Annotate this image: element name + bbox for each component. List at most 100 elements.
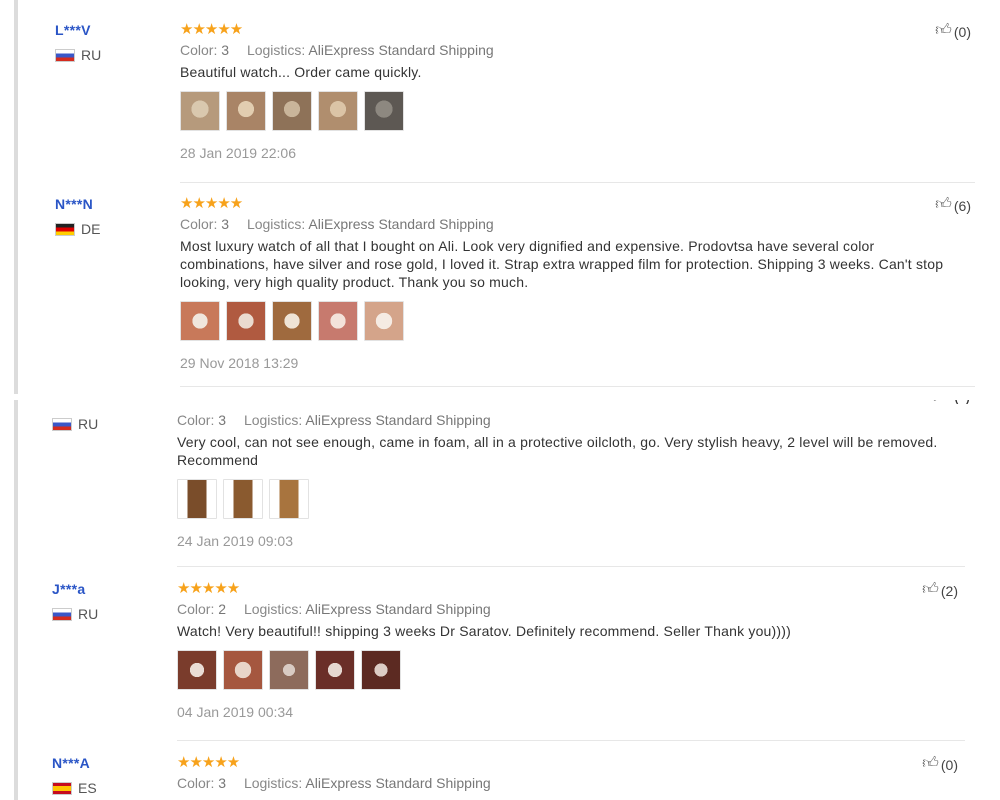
- country-code: RU: [81, 47, 102, 63]
- logistics-value: AliExpress Standard Shipping: [305, 412, 491, 428]
- user-country: RU: [55, 47, 101, 63]
- review-photo[interactable]: [361, 650, 401, 690]
- country-code: ES: [78, 780, 97, 796]
- star-rating: ★★★★★: [180, 195, 243, 212]
- helpful-button[interactable]: 👍︎ (0): [922, 755, 958, 774]
- like-count: (2): [940, 582, 958, 599]
- helpful-button[interactable]: 👍︎ (6): [935, 196, 971, 215]
- review-user: J***a RU: [52, 581, 98, 622]
- review-body: ★★★★★ Color: 3 Logistics: AliExpress Sta…: [177, 755, 957, 793]
- review-body: Color: 3 Logistics: AliExpress Standard …: [177, 410, 957, 549]
- country-code: RU: [78, 416, 99, 432]
- review-text: Very cool, can not see enough, came in f…: [177, 434, 938, 468]
- user-country: RU: [52, 606, 98, 622]
- country-code: DE: [81, 221, 101, 237]
- review-divider: [177, 566, 965, 567]
- thumbs-up-icon: 👍︎ (·): [933, 400, 973, 404]
- like-count: (0): [953, 23, 971, 40]
- flag-de-icon: [55, 222, 75, 236]
- review-photo[interactable]: [223, 479, 263, 519]
- review-photo[interactable]: [272, 301, 312, 341]
- color-label: Color:: [177, 412, 215, 428]
- review-photos: [177, 479, 957, 519]
- thumbs-up-icon: 👍︎: [935, 196, 952, 213]
- review-photo[interactable]: [226, 91, 266, 131]
- thumbs-up-icon: 👍︎: [922, 755, 939, 772]
- review-text: Watch! Very beautiful!! shipping 3 weeks…: [177, 623, 791, 639]
- review-user: N***A ES: [52, 755, 97, 796]
- review-photo[interactable]: [364, 91, 404, 131]
- user-name[interactable]: N***A: [52, 755, 97, 771]
- review-date: 29 Nov 2018 13:29: [180, 355, 299, 371]
- feedback-panel-bottom: 👍︎ (·) RU Color: 3 Logistics: AliExpress…: [0, 400, 1000, 800]
- color-value: 3: [218, 775, 227, 791]
- logistics-label: Logistics:: [246, 42, 306, 58]
- user-name[interactable]: J***a: [52, 581, 98, 597]
- review-meta: Color: 3 Logistics: AliExpress Standard …: [177, 410, 957, 430]
- review-photos: [180, 91, 960, 131]
- flag-ru-icon: [52, 607, 72, 621]
- logistics-value: AliExpress Standard Shipping: [308, 216, 494, 232]
- color-value: 3: [221, 216, 230, 232]
- user-country: RU: [52, 416, 98, 432]
- like-count: (6): [953, 197, 971, 214]
- color-value: 3: [218, 412, 227, 428]
- review-photo[interactable]: [269, 479, 309, 519]
- color-label: Color:: [177, 601, 215, 617]
- review-photo[interactable]: [180, 91, 220, 131]
- review-photos: [177, 650, 957, 690]
- review-meta: Color: 2 Logistics: AliExpress Standard …: [177, 599, 957, 619]
- review-photo[interactable]: [364, 301, 404, 341]
- like-count: (0): [940, 756, 958, 773]
- review-user: L***V RU: [55, 22, 101, 63]
- logistics-label: Logistics:: [243, 775, 303, 791]
- panel-border: [14, 0, 18, 394]
- review-photo[interactable]: [318, 301, 358, 341]
- review-user: N***N DE: [55, 196, 100, 237]
- logistics-value: AliExpress Standard Shipping: [305, 601, 491, 617]
- review-photo[interactable]: [272, 91, 312, 131]
- review-divider: [177, 740, 965, 741]
- logistics-label: Logistics:: [243, 601, 303, 617]
- review-body: ★★★★★ Color: 3 Logistics: AliExpress Sta…: [180, 22, 960, 161]
- review-divider: [180, 182, 975, 183]
- review-user: RU: [52, 416, 98, 432]
- review-body: ★★★★★ Color: 3 Logistics: AliExpress Sta…: [180, 196, 960, 371]
- color-value: 2: [218, 601, 227, 617]
- review-photo[interactable]: [226, 301, 266, 341]
- flag-ru-icon: [52, 417, 72, 431]
- country-code: RU: [78, 606, 99, 622]
- user-name[interactable]: N***N: [55, 196, 100, 212]
- review-photo[interactable]: [223, 650, 263, 690]
- flag-es-icon: [52, 781, 72, 795]
- review-date: 04 Jan 2019 00:34: [177, 704, 293, 720]
- logistics-value: AliExpress Standard Shipping: [308, 42, 494, 58]
- user-name[interactable]: L***V: [55, 22, 101, 38]
- helpful-button[interactable]: 👍︎ (0): [935, 22, 971, 41]
- review-photo[interactable]: [318, 91, 358, 131]
- review-photo[interactable]: [315, 650, 355, 690]
- color-value: 3: [221, 42, 230, 58]
- review-meta: Color: 3 Logistics: AliExpress Standard …: [180, 40, 960, 60]
- review-photo[interactable]: [269, 650, 309, 690]
- thumbs-up-icon: 👍︎: [935, 22, 952, 39]
- star-rating: ★★★★★: [180, 21, 243, 38]
- review-photo[interactable]: [177, 479, 217, 519]
- feedback-panel-top: L***V RU ★★★★★ Color: 3 Logistics: AliEx…: [0, 0, 1000, 394]
- review-meta: Color: 3 Logistics: AliExpress Standard …: [177, 773, 957, 793]
- logistics-value: AliExpress Standard Shipping: [305, 775, 491, 791]
- star-rating: ★★★★★: [177, 754, 240, 771]
- logistics-label: Logistics:: [246, 216, 306, 232]
- user-country: DE: [55, 221, 100, 237]
- review-photo[interactable]: [180, 301, 220, 341]
- helpful-button[interactable]: 👍︎ (2): [922, 581, 958, 600]
- thumbs-up-icon: 👍︎: [922, 581, 939, 598]
- review-photo[interactable]: [177, 650, 217, 690]
- review-photos: [180, 301, 960, 341]
- review-date: 28 Jan 2019 22:06: [180, 145, 296, 161]
- user-country: ES: [52, 780, 97, 796]
- color-label: Color:: [177, 775, 215, 791]
- color-label: Color:: [180, 42, 218, 58]
- color-label: Color:: [180, 216, 218, 232]
- star-rating: ★★★★★: [177, 580, 240, 597]
